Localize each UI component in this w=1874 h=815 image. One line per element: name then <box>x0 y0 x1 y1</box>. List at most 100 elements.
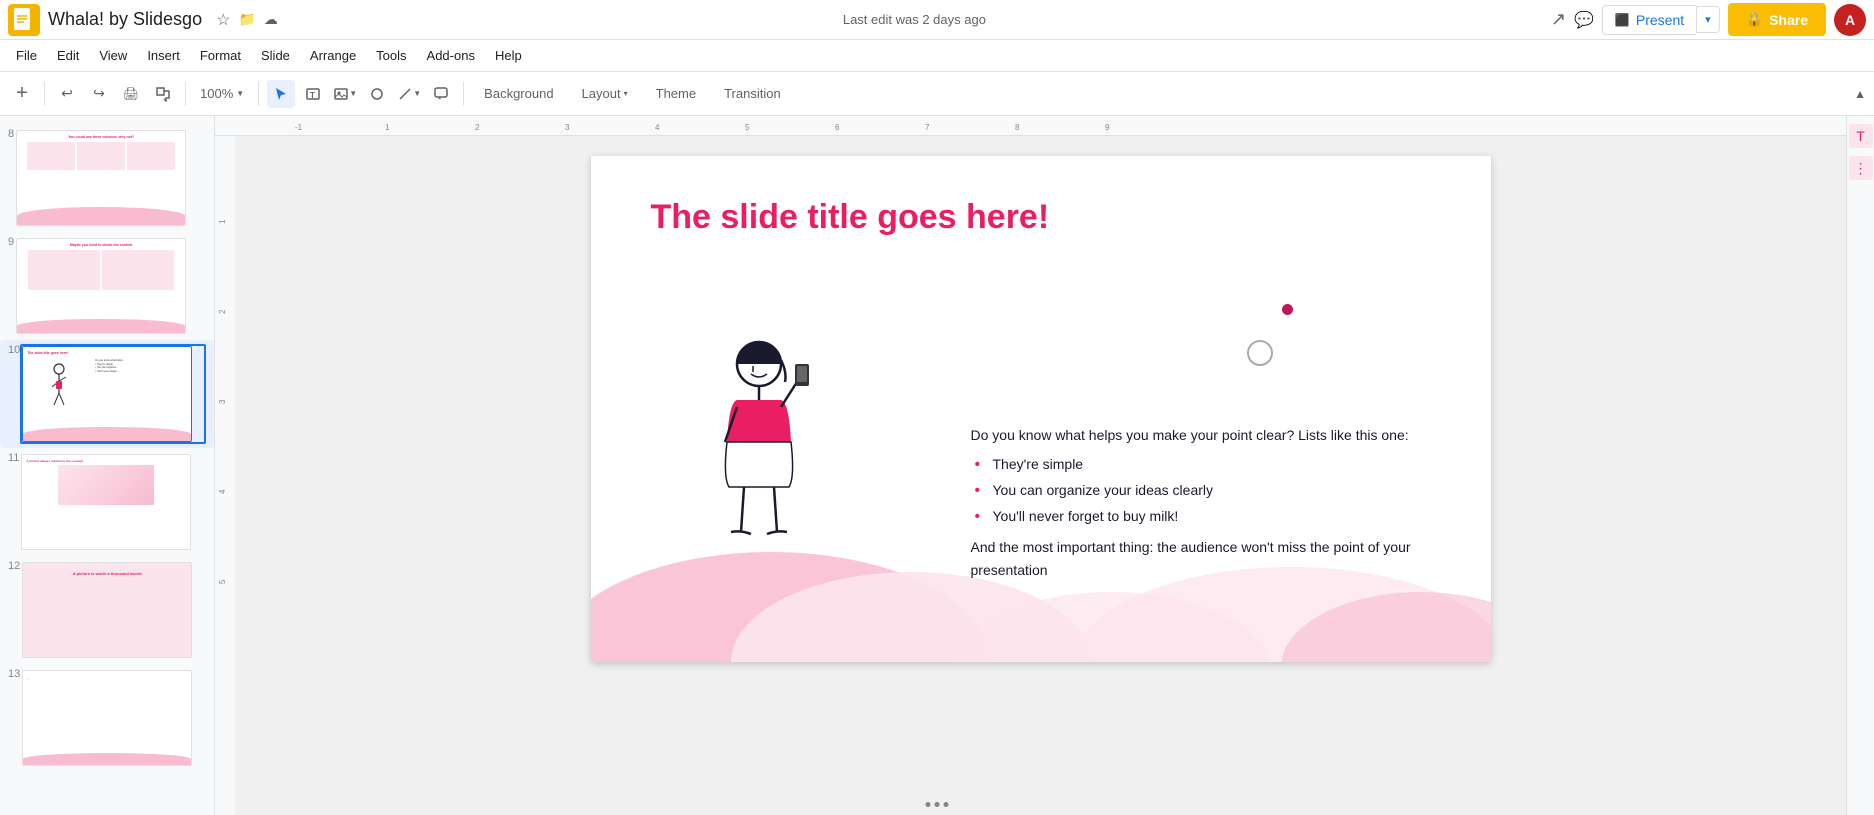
zoom-level: 100% <box>200 86 233 101</box>
last-edit-text: Last edit was 2 days ago <box>843 12 986 27</box>
svg-text:3: 3 <box>218 399 227 404</box>
present-arrow-button[interactable]: ▾ <box>1696 6 1720 33</box>
redo-button[interactable]: ↪ <box>85 80 113 108</box>
slide-item-12[interactable]: 12 A picture is worth a thousand words <box>0 556 214 664</box>
slide-thumb-9[interactable]: Maybe you need to divide the content <box>14 236 206 336</box>
svg-text:5: 5 <box>745 123 750 132</box>
image-tool[interactable]: ▼ <box>331 80 359 108</box>
slide-item-11[interactable]: 11 A picture always reinforces the conce… <box>0 448 214 556</box>
slide-thumb-8[interactable]: You could use three columns, why not? <box>14 128 206 228</box>
slide-number-13: 13 <box>8 668 20 680</box>
zoom-control[interactable]: 100% ▼ <box>194 80 250 108</box>
canvas-with-ruler: 1 2 3 4 5 The slide title goes here! <box>215 136 1846 815</box>
divider-4 <box>463 82 464 106</box>
svg-text:3: 3 <box>565 123 570 132</box>
bottom-dots <box>926 802 949 807</box>
dot-1 <box>926 802 931 807</box>
divider-2 <box>185 82 186 106</box>
menu-item-addons[interactable]: Add-ons <box>419 44 483 67</box>
slide-thumb-13[interactable]: ... <box>20 668 206 768</box>
slide-outro: And the most important thing: the audien… <box>971 536 1451 582</box>
menu-item-tools[interactable]: Tools <box>368 44 414 67</box>
svg-text:1: 1 <box>218 219 227 224</box>
add-button[interactable]: + <box>8 80 36 108</box>
slide-item-9[interactable]: 9 Maybe you need to divide the content <box>0 232 214 340</box>
dot-2 <box>935 802 940 807</box>
folder-icon[interactable]: 📁 <box>238 11 255 28</box>
menu-item-view[interactable]: View <box>91 44 135 67</box>
top-bar: Whala! by Slidesgo ☆ 📁 ☁ Last edit was 2… <box>0 0 1874 40</box>
cursor-tool[interactable] <box>267 80 295 108</box>
slide-bullet-2: • You can organize your ideas clearly <box>971 479 1451 502</box>
menu-item-slide[interactable]: Slide <box>253 44 298 67</box>
present-main-button[interactable]: ⬛ Present <box>1602 5 1696 35</box>
slide-item-8[interactable]: 8 You could use three columns, why not? <box>0 124 214 232</box>
collapse-toolbar-button[interactable]: ▲ <box>1854 87 1866 101</box>
doc-title: Whala! by Slidesgo <box>48 9 202 30</box>
svg-text:4: 4 <box>218 489 227 494</box>
app-icon <box>8 4 40 36</box>
theme-button[interactable]: Theme <box>644 82 708 105</box>
slide-thumb-11[interactable]: A picture always reinforces the concept <box>19 452 206 552</box>
share-button[interactable]: 🔒 Share <box>1728 3 1826 36</box>
main-area: 8 You could use three columns, why not? <box>0 116 1874 815</box>
svg-text:5: 5 <box>218 579 227 584</box>
menu-item-file[interactable]: File <box>8 44 45 67</box>
svg-text:T: T <box>310 91 315 100</box>
slide-canvas[interactable]: The slide title goes here! <box>591 156 1491 662</box>
slide-body[interactable]: Do you know what helps you make your poi… <box>971 424 1451 583</box>
line-tool[interactable]: ▼ <box>395 80 423 108</box>
slide-number-10: 10 <box>8 344 20 356</box>
share-label: Share <box>1769 12 1808 28</box>
text-tool[interactable]: T <box>299 80 327 108</box>
avatar[interactable]: A <box>1834 4 1866 36</box>
svg-text:-1: -1 <box>295 123 303 132</box>
svg-text:7: 7 <box>925 123 930 132</box>
present-button-group[interactable]: ⬛ Present ▾ <box>1602 5 1720 35</box>
slide-bullets-list: • They're simple • You can organize your… <box>971 453 1451 528</box>
slide-item-10[interactable]: 10 The slide title goes here! <box>0 340 214 448</box>
horizontal-ruler: -1 1 2 3 4 5 6 7 8 9 <box>215 116 1846 136</box>
svg-text:1: 1 <box>385 123 390 132</box>
svg-text:2: 2 <box>475 123 480 132</box>
editor-area: -1 1 2 3 4 5 6 7 8 9 1 <box>215 116 1846 815</box>
svg-text:4: 4 <box>655 123 660 132</box>
background-button[interactable]: Background <box>472 82 565 105</box>
layout-button[interactable]: Layout ▾ <box>570 82 640 105</box>
present-dropdown-icon: ▾ <box>1705 14 1711 26</box>
star-icon[interactable]: ☆ <box>216 10 230 30</box>
slide-thumb-12[interactable]: A picture is worth a thousand words <box>20 560 206 660</box>
menu-bar: File Edit View Insert Format Slide Arran… <box>0 40 1874 72</box>
menu-item-edit[interactable]: Edit <box>49 44 87 67</box>
trend-icon: ↗ <box>1551 9 1566 30</box>
right-panel-icon-1[interactable]: T <box>1849 124 1873 148</box>
slide-bullet-1: • They're simple <box>971 453 1451 476</box>
zoom-dropdown-icon: ▼ <box>236 89 244 98</box>
chat-icon: 💬 <box>1574 10 1594 30</box>
slide-item-13[interactable]: 13 ... <box>0 664 214 772</box>
decorative-circle-large <box>1247 340 1273 366</box>
toolbar: + ↩ ↪ 🖨 100% ▼ T ▼ ▼ Background Layout ▾… <box>0 72 1874 116</box>
cloud-icon[interactable]: ☁ <box>264 11 278 28</box>
transition-button[interactable]: Transition <box>712 82 793 105</box>
menu-item-insert[interactable]: Insert <box>139 44 188 67</box>
svg-text:6: 6 <box>835 123 840 132</box>
right-panel-icon-2[interactable]: ⋮ <box>1849 156 1873 180</box>
slide-title[interactable]: The slide title goes here! <box>651 198 1050 237</box>
menu-item-help[interactable]: Help <box>487 44 530 67</box>
print-button[interactable]: 🖨 <box>117 80 145 108</box>
lock-icon: 🔒 <box>1746 11 1763 28</box>
right-panel: T ⋮ <box>1846 116 1874 815</box>
shapes-tool[interactable] <box>363 80 391 108</box>
paint-format-button[interactable] <box>149 80 177 108</box>
slide-thumb-10[interactable]: The slide title goes here! <box>20 344 206 444</box>
present-label: Present <box>1636 12 1684 28</box>
undo-button[interactable]: ↩ <box>53 80 81 108</box>
menu-item-format[interactable]: Format <box>192 44 249 67</box>
comment-button[interactable] <box>427 80 455 108</box>
slide-number-12: 12 <box>8 560 20 572</box>
canvas-area[interactable]: The slide title goes here! <box>235 136 1846 815</box>
slide-number-11: 11 <box>8 452 19 464</box>
person-illustration <box>679 317 839 582</box>
menu-item-arrange[interactable]: Arrange <box>302 44 364 67</box>
